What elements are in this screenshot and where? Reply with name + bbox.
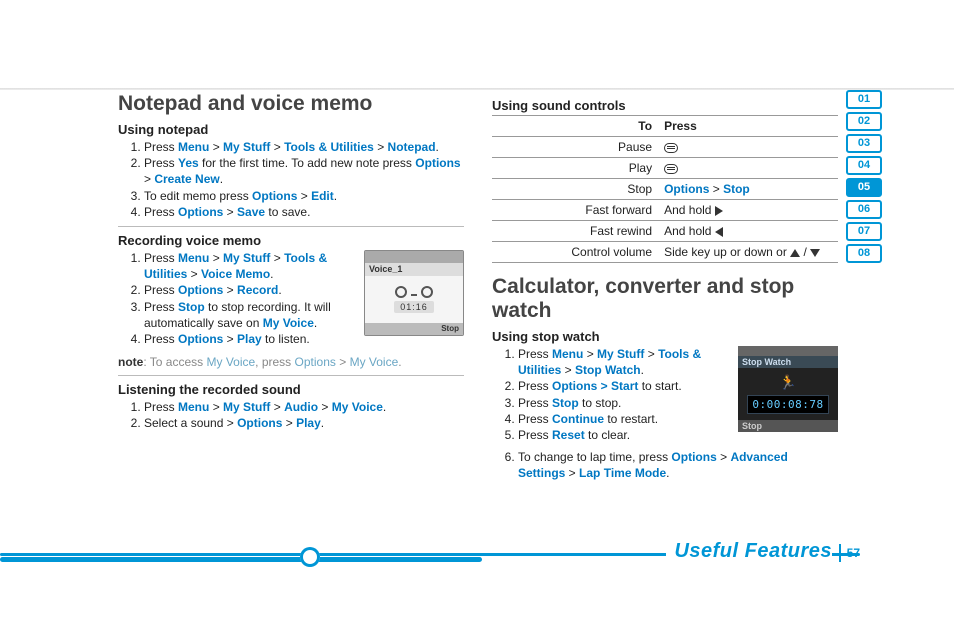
list-item: Press Menu > My Stuff > Audio > My Voice… [144,399,464,415]
ok-key-icon [664,164,678,174]
left-column: Notepad and voice memo Using notepad Pre… [118,92,464,488]
up-arrow-icon [790,249,800,257]
list-item: Press Options > Play to listen. [144,331,356,347]
table-row: Fast forwardAnd hold [492,200,838,221]
left-arrow-icon [715,227,723,237]
table-row: StopOptions > Stop [492,179,838,200]
table-row: Pause [492,137,838,158]
top-rule [0,88,954,90]
list-item: Press Stop to stop recording. It will au… [144,299,356,331]
list-item: Press Menu > My Stuff > Tools & Utilitie… [144,250,356,282]
stopwatch-steps-cont: To change to lap time, press Options > A… [518,449,838,481]
h2-using-notepad: Using notepad [118,122,464,137]
chapter-tab-07[interactable]: 07 [846,222,882,241]
h1-calculator: Calculator, converter and stop watch [492,275,838,323]
footer-ribbon: Useful Features 57 [0,542,860,570]
h2-stopwatch: Using stop watch [492,329,838,344]
h1-notepad-voice: Notepad and voice memo [118,92,464,116]
th-to: To [492,116,658,137]
divider [118,375,464,376]
chapter-tabs: 01 02 03 04 05 06 07 08 [846,90,882,263]
sound-controls-table: To Press Pause Play StopOptions > Stop F… [492,115,838,263]
stopwatch-steps: Press Menu > My Stuff > Tools & Utilitie… [518,346,730,443]
sw-shot-title: Stop Watch [738,356,838,368]
list-item: Press Options > Save to save. [144,204,464,220]
voice-shot-title: Voice_1 [365,263,463,276]
note-line: note: To access My Voice, press Options … [118,355,464,369]
voice-memo-screenshot: Voice_1 01:16 Stop [364,250,464,336]
list-item: To change to lap time, press Options > A… [518,449,838,481]
stopwatch-screenshot: Stop Watch 🏃 0:00:08:78 Stop [738,346,838,432]
table-row: Fast rewindAnd hold [492,221,838,242]
h2-recording: Recording voice memo [118,233,464,248]
ok-key-icon [664,143,678,153]
down-arrow-icon [810,249,820,257]
list-item: Press Stop to stop. [518,395,730,411]
divider [118,226,464,227]
list-item: Press Reset to clear. [518,427,730,443]
chapter-tab-05[interactable]: 05 [846,178,882,197]
list-item: Select a sound > Options > Play. [144,415,464,431]
chapter-tab-03[interactable]: 03 [846,134,882,153]
page-content: Notepad and voice memo Using notepad Pre… [118,92,838,488]
notepad-steps: Press Menu > My Stuff > Tools & Utilitie… [144,139,464,220]
chapter-tab-08[interactable]: 08 [846,244,882,263]
th-press: Press [658,116,838,137]
voice-shot-time: 01:16 [394,301,434,313]
footer-label: Useful Features [666,540,832,563]
sw-shot-time: 0:00:08:78 [747,395,828,414]
recording-steps: Press Menu > My Stuff > Tools & Utilitie… [144,250,356,347]
chapter-tab-01[interactable]: 01 [846,90,882,109]
list-item: Press Yes for the first time. To add new… [144,155,464,187]
list-item: Press Continue to restart. [518,411,730,427]
h2-sound-controls: Using sound controls [492,98,838,113]
right-arrow-icon [715,206,723,216]
chapter-tab-02[interactable]: 02 [846,112,882,131]
list-item: To edit memo press Options > Edit. [144,188,464,204]
listening-steps: Press Menu > My Stuff > Audio > My Voice… [144,399,464,431]
right-column: Using sound controls To Press Pause Play… [492,92,838,488]
sw-shot-foot: Stop [738,420,838,432]
list-item: Press Options > Record. [144,282,356,298]
list-item: Press Menu > My Stuff > Tools & Utilitie… [144,139,464,155]
table-row: Play [492,158,838,179]
list-item: Press Menu > My Stuff > Tools & Utilitie… [518,346,730,378]
list-item: Press Options > Start to start. [518,378,730,394]
h2-listening: Listening the recorded sound [118,382,464,397]
chapter-tab-06[interactable]: 06 [846,200,882,219]
runner-icon: 🏃 [779,374,796,391]
table-row: Control volumeSide key up or down or / [492,242,838,263]
voice-shot-foot: Stop [365,323,463,335]
page-number: 57 [839,544,860,562]
reel-icon [395,286,433,298]
chapter-tab-04[interactable]: 04 [846,156,882,175]
